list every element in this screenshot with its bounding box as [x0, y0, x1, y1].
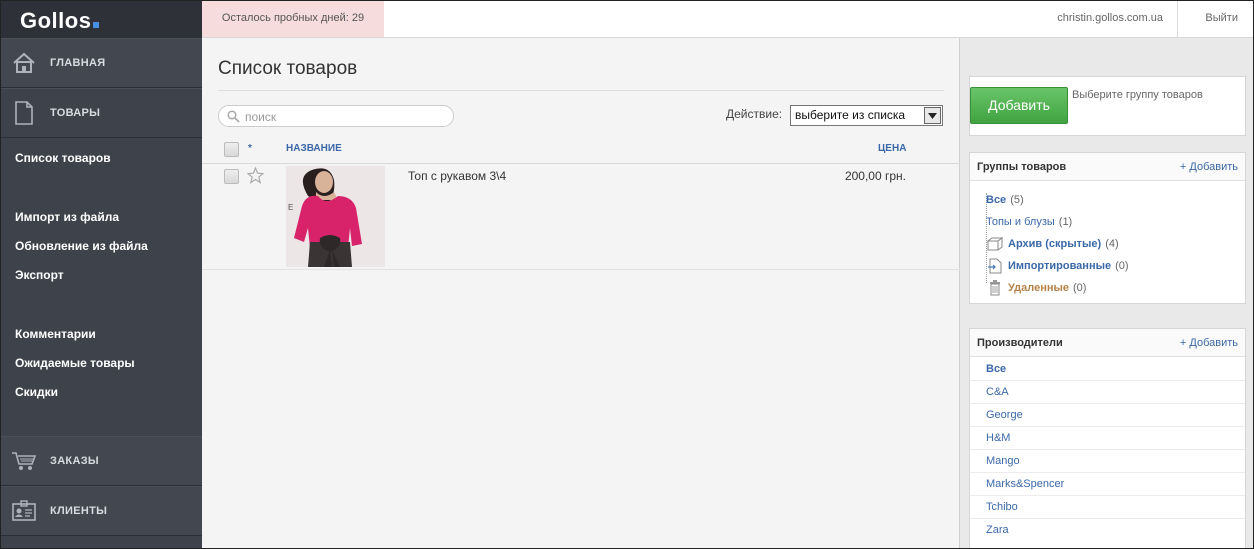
groups-tree: Все (5) Топы и блузы (1) Архив (скрытые) (4… — [970, 181, 1245, 299]
import-icon — [986, 257, 1004, 275]
maker-item[interactable]: H&M — [970, 427, 1245, 450]
table-header: * НАЗВАНИЕ ЦЕНА — [202, 138, 960, 164]
maker-item[interactable]: Tchibo — [970, 496, 1245, 519]
action-select-value: выберите из списка — [795, 108, 906, 122]
logo[interactable]: Gollos — [0, 0, 202, 38]
groups-title: Группы товаров — [977, 160, 1067, 173]
nav-orders[interactable]: ЗАКАЗЫ — [0, 436, 202, 486]
group-archive[interactable]: Архив (скрытые) (4) — [986, 233, 1245, 255]
logout-link[interactable]: Выйти — [1205, 0, 1238, 37]
row-checkbox[interactable] — [224, 169, 239, 184]
submenu-update[interactable]: Обновление из файла — [15, 232, 187, 261]
trial-notice: Осталось пробных дней: 29 — [202, 0, 384, 37]
svg-text:E: E — [288, 203, 293, 212]
maker-item[interactable]: C&A — [970, 381, 1245, 404]
nav-products[interactable]: ТОВАРЫ — [0, 88, 202, 138]
column-star[interactable]: * — [248, 143, 252, 154]
search-box[interactable] — [218, 105, 454, 127]
submenu-expected[interactable]: Ожидаемые товары — [15, 349, 187, 378]
chevron-down-icon[interactable] — [924, 107, 941, 124]
maker-all[interactable]: Все — [970, 358, 1245, 381]
action-select[interactable]: выберите из списка — [790, 105, 943, 126]
products-submenu: Список товаров Импорт из файла Обновлени… — [0, 138, 202, 407]
group-imported[interactable]: Импортированные (0) — [986, 255, 1245, 277]
action-label: Действие: — [726, 107, 783, 121]
id-card-icon — [10, 497, 38, 525]
nav-home[interactable]: ГЛАВНАЯ — [0, 38, 202, 88]
group-tops[interactable]: Топы и блузы (1) — [986, 211, 1245, 233]
product-name[interactable]: Топ с рукавом 3\4 — [408, 169, 506, 183]
maker-item[interactable]: Mango — [970, 450, 1245, 473]
nav-orders-label: ЗАКАЗЫ — [50, 455, 99, 467]
box-icon — [986, 235, 1004, 253]
add-group-link[interactable]: + Добавить — [1180, 161, 1238, 173]
sidebar: Gollos ГЛАВНАЯ ТОВАРЫ Список товаров Имп… — [0, 0, 202, 549]
product-groups-box: Группы товаров + Добавить Все (5) Топы и … — [969, 152, 1246, 304]
nav-clients[interactable]: КЛИЕНТЫ — [0, 486, 202, 536]
nav-home-label: ГЛАВНАЯ — [50, 57, 106, 69]
makers-box: Производители + Добавить Все C&A George … — [969, 328, 1246, 549]
main-content: Список товаров Действие: выберите из спи… — [202, 38, 960, 549]
home-icon — [10, 49, 38, 77]
page-title: Список товаров — [218, 58, 358, 79]
submenu-discounts[interactable]: Скидки — [15, 378, 187, 407]
maker-item[interactable]: Zara — [970, 519, 1245, 542]
table-row[interactable]: E Топ с рукавом 3\4 200,00 грн. — [202, 164, 960, 270]
submenu-product-list[interactable]: Список товаров — [15, 144, 187, 173]
add-maker-link[interactable]: + Добавить — [1180, 337, 1238, 349]
column-name[interactable]: НАЗВАНИЕ — [286, 143, 342, 154]
group-deleted[interactable]: Удаленные (0) — [986, 277, 1245, 299]
makers-list: Все C&A George H&M Mango Marks&Spencer T… — [970, 358, 1245, 542]
account-link[interactable]: christin.gollos.com.ua — [1057, 0, 1178, 37]
submenu-comments[interactable]: Комментарии — [15, 320, 187, 349]
makers-header: Производители + Добавить — [970, 329, 1245, 357]
document-icon — [10, 99, 38, 127]
logo-dot — [93, 22, 100, 28]
group-all[interactable]: Все (5) — [986, 189, 1245, 211]
add-product-box: Добавить Выберите группу товаров — [969, 76, 1246, 136]
maker-item[interactable]: George — [970, 404, 1245, 427]
nav-clients-label: КЛИЕНТЫ — [50, 505, 108, 517]
submenu-import[interactable]: Импорт из файла — [15, 203, 187, 232]
nav-products-label: ТОВАРЫ — [50, 107, 101, 119]
select-all-checkbox[interactable] — [224, 142, 239, 157]
add-hint-text: Выберите группу товаров — [1072, 89, 1203, 101]
add-product-button[interactable]: Добавить — [970, 87, 1068, 124]
right-panel: Добавить Выберите группу товаров Группы … — [960, 38, 1254, 549]
search-icon — [227, 110, 240, 126]
title-divider — [218, 90, 944, 91]
star-icon[interactable] — [246, 166, 265, 187]
cart-icon — [10, 447, 38, 475]
maker-item[interactable]: Marks&Spencer — [970, 473, 1245, 496]
makers-title: Производители — [977, 336, 1063, 349]
search-input[interactable] — [245, 109, 445, 124]
product-price: 200,00 грн. — [844, 169, 906, 183]
groups-header: Группы товаров + Добавить — [970, 153, 1245, 181]
trash-icon — [986, 279, 1004, 297]
submenu-export[interactable]: Экспорт — [15, 261, 187, 290]
column-price[interactable]: ЦЕНА — [878, 143, 906, 154]
top-bar: Осталось пробных дней: 29 christin.gollo… — [202, 0, 1254, 38]
product-thumbnail[interactable]: E — [286, 166, 385, 267]
